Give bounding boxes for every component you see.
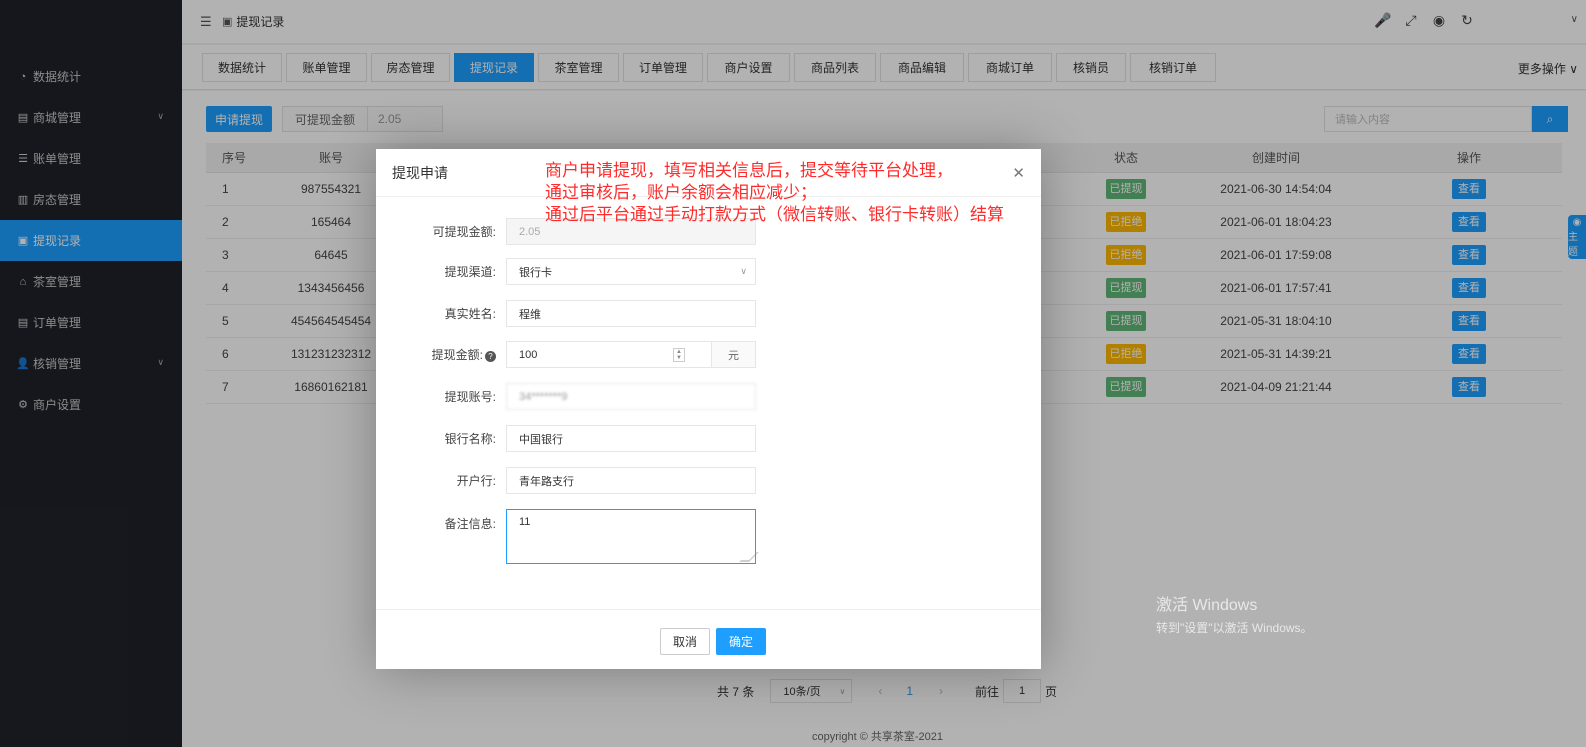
stepper-icon[interactable]: ▲ ▼ <box>673 347 685 362</box>
withdraw-dialog: 提现申请 ✕ 可提现金额: 2.05 提现渠道: 银行卡 ∨ 真实姓名: 程维 … <box>376 149 1041 669</box>
windows-activation-watermark: 激活 Windows 转到"设置"以激活 Windows。 <box>1156 591 1313 636</box>
annotation-note: 商户申请提现，填写相关信息后，提交等待平台处理， 通过审核后，账户余额会相应减少… <box>545 160 1004 226</box>
form-row-branch: 开户行: 青年路支行 <box>376 467 1146 494</box>
help-icon[interactable]: ? <box>485 351 496 362</box>
remark-textarea[interactable]: 11 <box>506 509 759 564</box>
confirm-button[interactable]: 确定 <box>716 628 766 655</box>
amount-label: 提现金额: <box>431 348 483 362</box>
watermark-line1: 激活 Windows <box>1156 597 1258 614</box>
remark-label: 备注信息: <box>444 517 496 531</box>
remark-value: 11 <box>519 516 531 528</box>
amount-field[interactable]: 100 ▲ ▼ <box>506 341 712 368</box>
close-icon[interactable]: ✕ <box>1012 164 1025 182</box>
annotation-line1: 商户申请提现，填写相关信息后，提交等待平台处理， <box>545 161 953 180</box>
available-label: 可提现金额: <box>432 225 496 239</box>
watermark-line2: 转到"设置"以激活 Windows。 <box>1156 621 1313 635</box>
bank-name-field[interactable]: 中国银行 <box>506 425 756 452</box>
amount-value: 100 <box>519 348 538 361</box>
form-row-channel: 提现渠道: 银行卡 ∨ <box>376 258 1146 285</box>
dialog-footer: 取消 确定 <box>376 609 1041 669</box>
branch-field[interactable]: 青年路支行 <box>506 467 756 494</box>
cancel-button[interactable]: 取消 <box>660 628 710 655</box>
account-label: 提现账号: <box>444 390 496 404</box>
chevron-down-icon: ∨ <box>740 266 747 276</box>
amount-label-wrap: 提现金额:? <box>376 346 506 363</box>
annotation-line2: 通过审核后，账户余额会相应减少； <box>545 183 817 202</box>
annotation-line3: 通过后平台通过手动打款方式（微信转账、银行卡转账）结算 <box>545 205 1004 224</box>
form-row-remark: 备注信息: 11 <box>376 509 1146 564</box>
amount-unit: 元 <box>712 341 756 368</box>
bank-name-label: 银行名称: <box>444 432 496 446</box>
form-row-bank: 银行名称: 中国银行 <box>376 425 1146 452</box>
real-name-field[interactable]: 程维 <box>506 300 756 327</box>
channel-select[interactable]: 银行卡 ∨ <box>506 258 756 285</box>
branch-label: 开户行: <box>456 474 496 488</box>
form-row-amount: 提现金额:? 100 ▲ ▼ 元 <box>376 341 1146 368</box>
form-row-account: 提现账号: 34*******9 <box>376 383 1146 410</box>
account-field[interactable]: 34*******9 <box>506 383 756 410</box>
real-name-label: 真实姓名: <box>444 307 496 321</box>
resize-handle-icon[interactable] <box>739 552 759 562</box>
channel-label: 提现渠道: <box>444 265 496 279</box>
form-row-real-name: 真实姓名: 程维 <box>376 300 1146 327</box>
channel-value: 银行卡 <box>519 266 552 279</box>
